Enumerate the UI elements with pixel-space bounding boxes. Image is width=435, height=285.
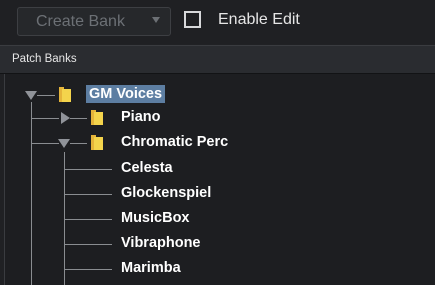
tree-expand-toggle-piano[interactable] — [61, 112, 70, 124]
folder-icon — [59, 87, 71, 102]
panel-title: Patch Banks — [12, 53, 77, 65]
panel-header: Patch Banks — [0, 46, 435, 74]
tree-node-piano[interactable]: Piano — [121, 109, 160, 125]
tree-node-chromatic-perc[interactable]: Chromatic Perc — [121, 134, 228, 150]
folder-icon — [91, 135, 103, 150]
tree-node-gm-voices[interactable]: GM Voices — [86, 85, 166, 103]
tree-leaf-celesta[interactable]: Celesta — [121, 160, 173, 176]
tree-leaf-marimba[interactable]: Marimba — [121, 260, 181, 276]
tree-leaf-vibraphone[interactable]: Vibraphone — [121, 235, 201, 251]
patch-bank-tree: GM Voices Piano Chromatic Perc Celesta G… — [4, 74, 435, 285]
toolbar: Create Bank Enable Edit — [0, 0, 435, 44]
tree-expand-toggle-root[interactable] — [25, 91, 37, 100]
enable-edit-checkbox[interactable] — [184, 11, 201, 28]
tree-connector-lines — [31, 95, 112, 285]
create-bank-dropdown[interactable]: Create Bank — [17, 7, 171, 36]
enable-edit-label[interactable]: Enable Edit — [218, 11, 300, 29]
chevron-down-icon — [152, 17, 160, 23]
folder-icon — [91, 110, 103, 125]
tree-expand-toggle-chromatic-perc[interactable] — [58, 139, 70, 148]
create-bank-label: Create Bank — [36, 12, 125, 30]
tree-leaf-musicbox[interactable]: MusicBox — [121, 210, 190, 226]
tree-leaf-glockenspiel[interactable]: Glockenspiel — [121, 185, 211, 201]
